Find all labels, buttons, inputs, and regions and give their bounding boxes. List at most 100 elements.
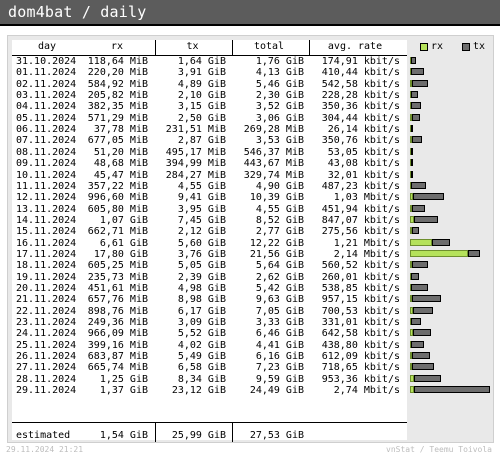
cell-rx: 898,76 MiB (87, 305, 148, 317)
tx-bar (411, 113, 420, 121)
cell-rate: 953,36 kbit/s (321, 373, 400, 385)
cell-rate: 560,52 kbit/s (321, 260, 400, 272)
cell-tx: 4,89 GiB (177, 78, 226, 90)
cell-rate: 43,08 kbit/s (327, 158, 400, 170)
tx-bar (411, 181, 426, 189)
cell-total: 3,06 GiB (255, 112, 304, 124)
cell-day: 04.11.2024 (16, 101, 77, 113)
cell-rate: 718,65 kbit/s (321, 362, 400, 374)
cell-rx: 605,80 MiB (87, 203, 148, 215)
cell-rx: 118,64 MiB (87, 56, 148, 67)
cell-day: 01.11.2024 (16, 67, 77, 79)
cell-total: 6,46 GiB (255, 328, 304, 340)
cell-rate: 847,07 kbit/s (321, 214, 400, 226)
cell-day: 29.11.2024 (16, 385, 77, 397)
cell-day: 07.11.2024 (16, 135, 77, 147)
cell-day: 15.11.2024 (16, 226, 77, 238)
cell-rx: 6,61 GiB (99, 237, 148, 249)
cell-total: 12,22 GiB (249, 237, 304, 249)
cell-day: 03.11.2024 (16, 90, 77, 102)
cell-rate: 304,44 kbit/s (321, 112, 400, 124)
title-bar: dom4bat / daily (0, 0, 500, 26)
cell-rx: 1,25 GiB (99, 373, 148, 385)
cell-rx: 571,29 MiB (87, 112, 148, 124)
cell-tx: 3,09 GiB (177, 317, 226, 329)
cell-rate: 2,74 Mbit/s (333, 385, 400, 397)
cell-total: 329,74 MiB (243, 169, 304, 181)
cell-day: 08.11.2024 (16, 146, 77, 158)
tx-bar (411, 102, 422, 110)
cell-day: 12.11.2024 (16, 192, 77, 204)
cell-rate: 53,05 kbit/s (327, 146, 400, 158)
rx-bar (410, 249, 469, 257)
cell-day: 31.10.2024 (16, 56, 77, 67)
cell-total: 269,28 MiB (243, 124, 304, 136)
cell-rx: 37,78 MiB (93, 124, 148, 136)
cell-rx: 996,60 MiB (87, 192, 148, 204)
cell-day: 05.11.2024 (16, 112, 77, 124)
cell-tx: 6,17 GiB (177, 305, 226, 317)
cell-tx: 2,87 GiB (177, 135, 226, 147)
cell-tx: 5,52 GiB (177, 328, 226, 340)
cell-rate: 700,53 kbit/s (321, 305, 400, 317)
cell-day: 17.11.2024 (16, 248, 77, 260)
tx-bar (411, 318, 422, 326)
cell-rate: 275,56 kbit/s (321, 226, 400, 238)
rx-legend-swatch (420, 43, 428, 51)
cell-rx: 1,07 GiB (99, 214, 148, 226)
cell-tx: 1,64 GiB (177, 56, 226, 67)
cell-total: 2,62 GiB (255, 271, 304, 283)
footer-rule (12, 422, 407, 423)
cell-tx: 4,02 GiB (177, 339, 226, 351)
cell-tx: 2,50 GiB (177, 112, 226, 124)
cell-rate: 612,09 kbit/s (321, 351, 400, 363)
cell-total: 4,13 GiB (255, 67, 304, 79)
header-rate: avg. rate (327, 41, 383, 52)
cell-day: 24.11.2024 (16, 328, 77, 340)
cell-tx: 6,58 GiB (177, 362, 226, 374)
cell-rate: 1,03 Mbit/s (333, 192, 400, 204)
cell-day: 19.11.2024 (16, 271, 77, 283)
cell-total: 5,46 GiB (255, 78, 304, 90)
column-separator (309, 40, 310, 55)
estimated-tx: 25,99 GiB (171, 430, 226, 441)
cell-total: 443,67 MiB (243, 158, 304, 170)
cell-rx: 966,09 MiB (87, 328, 148, 340)
cell-rx: 382,35 MiB (87, 101, 148, 113)
cell-tx: 2,12 GiB (177, 226, 226, 238)
tx-bar (414, 386, 490, 394)
cell-rate: 174,91 kbit/s (321, 56, 400, 67)
page-title: dom4bat / daily (8, 3, 147, 21)
estimated-rx: 1,54 GiB (99, 430, 148, 441)
cell-rx: 17,80 GiB (93, 248, 148, 260)
cell-total: 546,37 MiB (243, 146, 304, 158)
cell-total: 9,59 GiB (255, 373, 304, 385)
cell-day: 20.11.2024 (16, 283, 77, 294)
cell-rx: 220,20 MiB (87, 67, 148, 79)
cell-tx: 2,10 GiB (177, 90, 226, 102)
cell-tx: 5,05 GiB (177, 260, 226, 272)
footer-credit: vnStat / Teemu Toivola (386, 445, 492, 454)
cell-rate: 1,21 Mbit/s (333, 237, 400, 249)
cell-rate: 451,94 kbit/s (321, 203, 400, 215)
cell-day: 27.11.2024 (16, 362, 77, 374)
estimated-label: estimated (16, 430, 71, 441)
cell-day: 16.11.2024 (16, 237, 77, 249)
tx-bar (411, 340, 425, 348)
cell-tx: 5,60 GiB (177, 237, 226, 249)
cell-total: 2,30 GiB (255, 90, 304, 102)
cell-day: 23.11.2024 (16, 317, 77, 329)
cell-rx: 677,05 MiB (87, 135, 148, 147)
footer-timestamp: 29.11.2024 21:21 (6, 445, 84, 454)
tx-bar (411, 272, 419, 280)
cell-rx: 1,37 GiB (99, 385, 148, 397)
tx-bar (411, 170, 413, 178)
cell-rate: 438,80 kbit/s (321, 339, 400, 351)
cell-rate: 32,01 kbit/s (327, 169, 400, 181)
cell-tx: 9,41 GiB (177, 192, 226, 204)
column-separator (232, 40, 233, 55)
tx-legend-swatch (462, 43, 470, 51)
tx-bar (412, 363, 434, 371)
cell-tx: 4,98 GiB (177, 283, 226, 294)
cell-tx: 231,51 MiB (165, 124, 226, 136)
